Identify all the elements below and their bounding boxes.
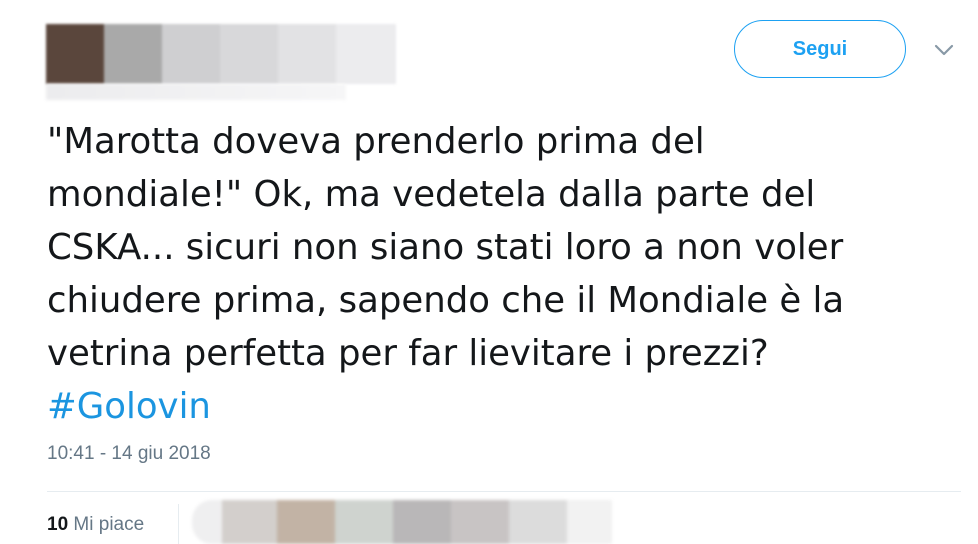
tweet-text-line: mondiale!" Ok, ma vedetela dalla parte d… — [47, 174, 816, 215]
follow-button[interactable]: Segui — [734, 20, 906, 78]
tweet-text-line: vetrina perfetta per far lievitare i pre… — [47, 333, 769, 374]
likes-number: 10 — [47, 514, 69, 535]
chevron-down-icon[interactable] — [932, 40, 956, 60]
author-handle-blurred — [46, 84, 346, 100]
divider — [47, 491, 961, 492]
likes-label: Mi piace — [73, 514, 145, 535]
likes-count[interactable]: 10 Mi piace — [47, 514, 144, 536]
author-avatar-and-name-blurred[interactable] — [46, 24, 396, 84]
tweet-text-line: chiudere prima, sapendo che il Mondiale … — [47, 280, 845, 321]
tweet-text: "Marotta doveva prenderlo prima del mond… — [47, 115, 967, 433]
tweet-timestamp[interactable]: 10:41 - 14 giu 2018 — [47, 443, 211, 465]
tweet-text-line: "Marotta doveva prenderlo prima del — [47, 121, 705, 162]
tweet-card: Segui "Marotta doveva prenderlo prima de… — [0, 0, 978, 544]
divider-vertical — [178, 504, 179, 544]
hashtag-link[interactable]: #Golovin — [47, 386, 211, 427]
likers-avatars-blurred[interactable] — [192, 500, 612, 544]
tweet-text-line: CSKA... sicuri non siano stati loro a no… — [47, 227, 844, 268]
